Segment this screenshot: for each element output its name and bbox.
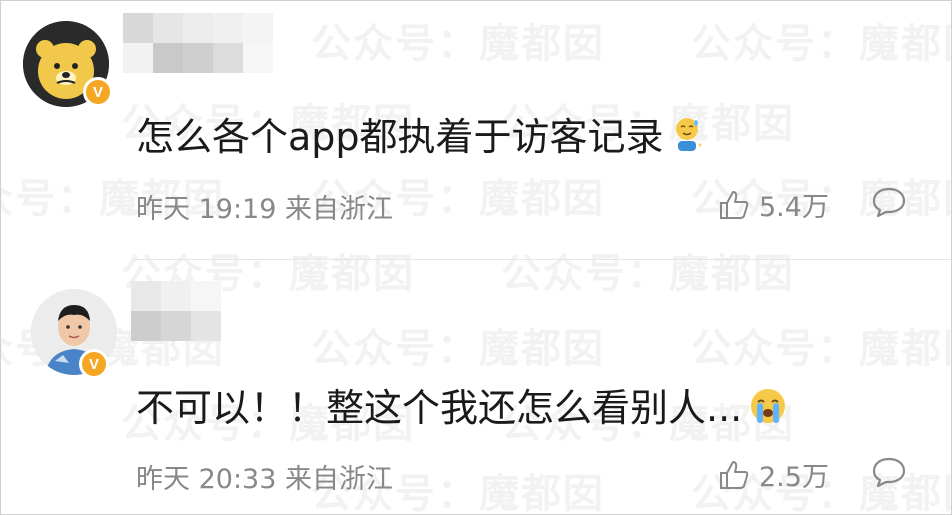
username-blurred[interactable] [131, 281, 221, 341]
comment-text: 不可以！！整这个我还怎么看别人... [136, 377, 788, 435]
comment-location: 来自浙江 [285, 464, 393, 495]
sweat-smile-icon [670, 115, 706, 164]
comment-item: V 不可以！！整这个我还怎么看别人... 昨天 20:33 来自浙江 2.5万 [1, 271, 951, 514]
comment-bubble-icon [872, 457, 906, 488]
comment-time: 昨天 19:19 [136, 194, 277, 225]
comment-location: 来自浙江 [285, 194, 393, 225]
thumbs-up-icon [720, 460, 749, 489]
verified-badge-icon: V [79, 349, 109, 379]
like-button[interactable]: 5.4万 [717, 185, 829, 224]
like-count: 5.4万 [759, 192, 829, 223]
comment-item: V 怎么各个app都执着于访客记录 昨天 19:19 来自浙江 5.4万 [1, 1, 951, 259]
reply-button[interactable] [871, 185, 907, 223]
comment-meta: 昨天 20:33 来自浙江 [136, 457, 393, 496]
comment-bubble-icon [872, 187, 906, 218]
thumbs-up-icon [720, 190, 749, 219]
crying-face-icon [748, 386, 788, 435]
reply-button[interactable] [871, 455, 907, 493]
username-blurred[interactable] [123, 13, 273, 73]
comment-text: 怎么各个app都执着于访客记录 [136, 106, 706, 164]
comment-thread: 公众号：魔都囡 公众号：魔都囡 公众号：魔都囡 公众号：魔都囡 公众号：魔都囡 … [0, 0, 952, 515]
comment-meta: 昨天 19:19 来自浙江 [136, 187, 393, 226]
verified-badge-icon: V [83, 77, 113, 107]
like-count: 2.5万 [759, 462, 829, 493]
comment-time: 昨天 20:33 [136, 464, 277, 495]
divider [133, 259, 951, 260]
like-button[interactable]: 2.5万 [717, 455, 829, 494]
